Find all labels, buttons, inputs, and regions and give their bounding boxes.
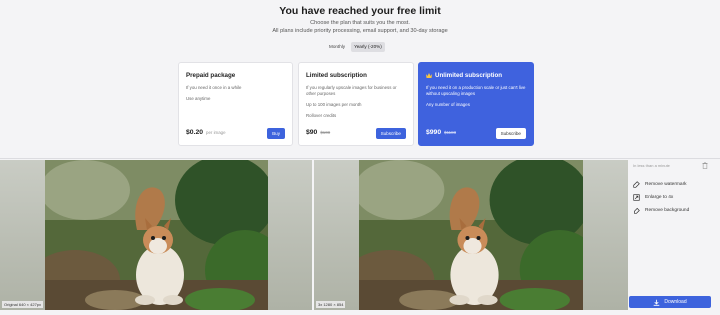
plan-title: Prepaid package xyxy=(186,72,236,79)
subscribe-button[interactable]: Subscribe xyxy=(375,128,406,139)
original-preview: Original 640 × 427px xyxy=(0,160,312,310)
blur-backdrop xyxy=(314,160,359,310)
price-value: $90 xyxy=(306,129,318,136)
plan-desc: If you need it on a production scale or … xyxy=(426,85,526,96)
download-label: Download xyxy=(664,299,687,305)
price-value: $0.20 xyxy=(186,129,204,136)
option-label: Enlarge to 4x xyxy=(645,194,674,200)
plan-title-text: Unlimited subscription xyxy=(435,72,503,79)
plan-card-prepaid: Prepaid package If you need it once in a… xyxy=(178,62,293,146)
subscribe-button[interactable]: Subscribe xyxy=(495,128,526,139)
brush-icon xyxy=(633,180,640,188)
crown-icon xyxy=(426,73,432,78)
plan-card-unlimited: Unlimited subscription If you need it on… xyxy=(418,62,534,146)
page-subtitle-2: All plans include priority processing, e… xyxy=(272,28,448,34)
result-size-caption: 3x 1280 × 854 xyxy=(316,301,346,308)
squirrel-photo-upscaled xyxy=(359,160,583,310)
download-button[interactable]: Download xyxy=(629,296,711,308)
plan-desc: Use anytime xyxy=(186,96,211,101)
tools-sidebar: In less than a minute Remove watermark E… xyxy=(629,160,714,310)
remove-background-option[interactable]: Remove background xyxy=(633,205,714,215)
eraser-icon xyxy=(634,207,640,214)
trash-icon[interactable] xyxy=(702,162,708,169)
plan-desc: Any number of images xyxy=(426,102,470,107)
old-price: $108 xyxy=(320,130,331,135)
price-value: $990 xyxy=(426,129,442,136)
enlarge-icon xyxy=(633,193,640,201)
squirrel-photo xyxy=(45,160,268,310)
option-label: Remove watermark xyxy=(645,181,687,187)
blur-backdrop xyxy=(583,160,628,310)
remove-watermark-option[interactable]: Remove watermark xyxy=(633,179,714,189)
buy-button[interactable]: Buy xyxy=(267,128,285,139)
plan-card-limited: Limited subscription If you regularly up… xyxy=(298,62,414,146)
toggle-monthly[interactable]: Monthly xyxy=(326,42,348,52)
plan-desc: If you regularly upscale images for busi… xyxy=(306,85,397,96)
page-subtitle: Choose the plan that suits you the most. xyxy=(310,20,410,26)
page-title: You have reached your free limit xyxy=(279,5,441,17)
result-preview: 3x 1280 × 854 xyxy=(314,160,628,310)
plan-title: Limited subscription xyxy=(306,72,367,79)
plan-desc: Rollover credits xyxy=(306,113,337,118)
plan-price: $0.20 per image xyxy=(186,129,226,136)
old-price: $1188 xyxy=(444,130,457,135)
blur-backdrop xyxy=(268,160,312,310)
blur-backdrop xyxy=(0,160,45,310)
download-icon xyxy=(654,299,660,306)
plan-desc: If you need it once in a while xyxy=(186,85,242,90)
plan-price: $90 $108 xyxy=(306,129,330,136)
price-unit: per image xyxy=(206,130,226,135)
billing-toggle: Monthly Yearly (-20%) xyxy=(326,42,385,52)
section-divider xyxy=(0,158,720,159)
plan-price: $990 $1188 xyxy=(426,129,456,136)
enlarge-option[interactable]: Enlarge to 4x xyxy=(633,192,714,202)
plan-desc: Up to 100 images per month xyxy=(306,102,362,107)
pricing-section: You have reached your free limit Choose … xyxy=(0,0,720,158)
option-label: Remove background xyxy=(645,207,690,213)
toggle-yearly[interactable]: Yearly (-20%) xyxy=(351,42,385,52)
plan-title: Unlimited subscription xyxy=(426,72,526,79)
original-size-caption: Original 640 × 427px xyxy=(2,301,44,308)
